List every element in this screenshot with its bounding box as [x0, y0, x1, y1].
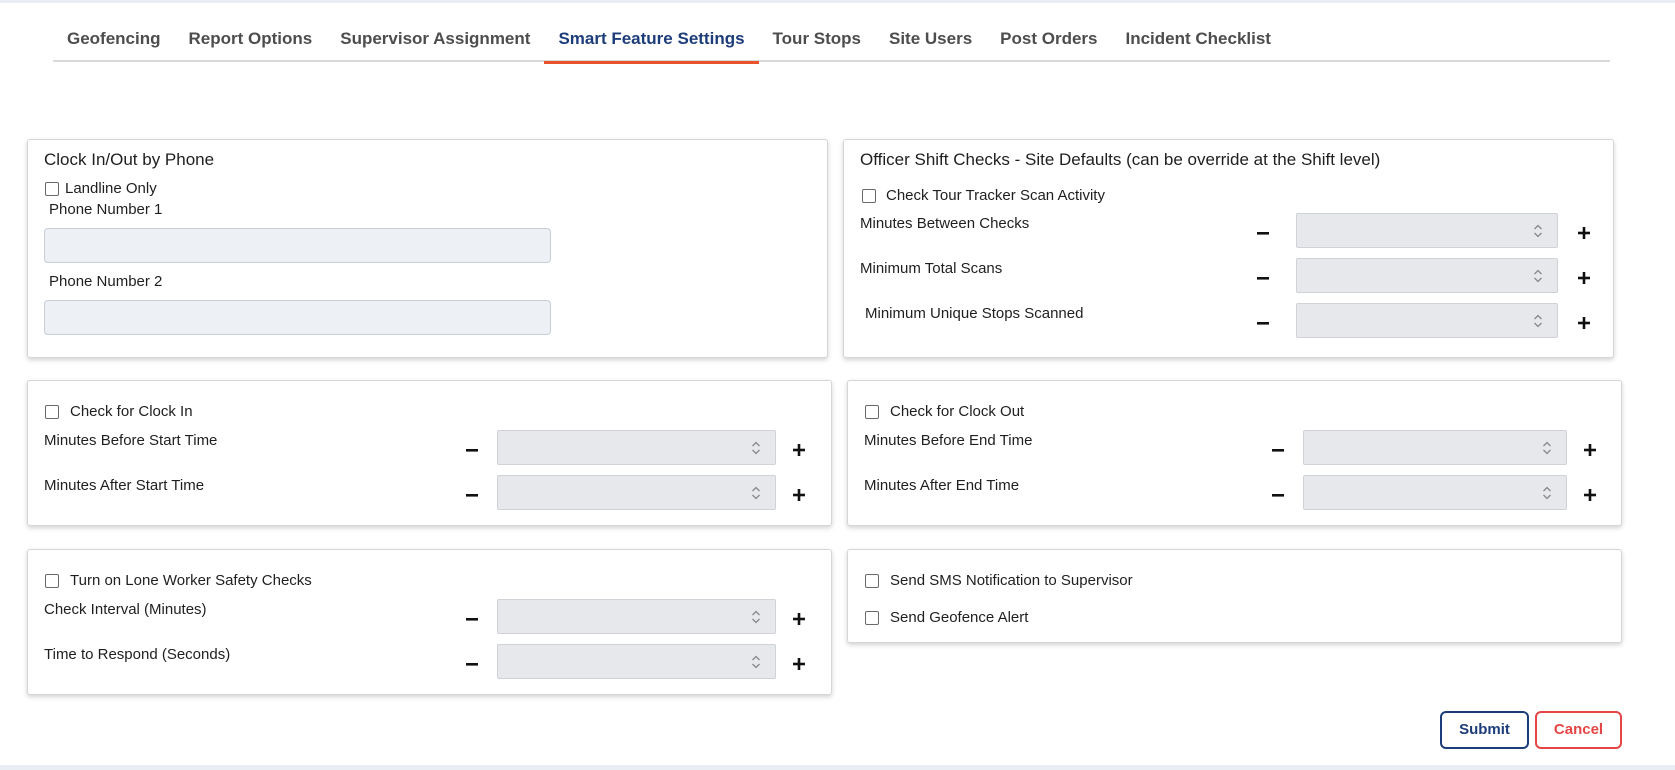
minimum-total-scans-input[interactable]: [1296, 258, 1558, 293]
notifications-card: Send SMS Notification to Supervisor Send…: [847, 549, 1622, 643]
lone-worker-label: Turn on Lone Worker Safety Checks: [70, 572, 312, 589]
tour-tracker-label: Check Tour Tracker Scan Activity: [886, 187, 1105, 204]
minutes-before-end-label: Minutes Before End Time: [864, 432, 1033, 449]
clock-in-check-card: Check for Clock In Minutes Before Start …: [27, 380, 832, 526]
minutes-before-start-input[interactable]: [497, 430, 776, 465]
minus-icon[interactable]: [463, 655, 481, 673]
clock-in-label: Check for Clock In: [70, 403, 193, 420]
tab-site-users[interactable]: Site Users: [875, 15, 986, 62]
officer-shift-checks-title: Officer Shift Checks - Site Defaults (ca…: [860, 150, 1381, 169]
check-interval-input[interactable]: [497, 599, 776, 634]
minus-icon[interactable]: [463, 441, 481, 459]
tab-smart-feature-settings[interactable]: Smart Feature Settings: [544, 15, 759, 64]
tab-report-options[interactable]: Report Options: [175, 15, 327, 62]
plus-icon[interactable]: [790, 655, 808, 673]
spinner-icon[interactable]: [1542, 439, 1552, 457]
tab-post-orders[interactable]: Post Orders: [986, 15, 1111, 62]
minutes-before-start-label: Minutes Before Start Time: [44, 432, 218, 449]
minimum-unique-stops-input[interactable]: [1296, 303, 1558, 338]
clock-out-check-card: Check for Clock Out Minutes Before End T…: [847, 380, 1622, 526]
officer-shift-checks-card: Officer Shift Checks - Site Defaults (ca…: [843, 139, 1614, 358]
spinner-icon[interactable]: [1533, 267, 1543, 285]
clock-by-phone-title: Clock In/Out by Phone: [44, 150, 215, 169]
tab-tour-stops[interactable]: Tour Stops: [759, 15, 875, 62]
plus-icon[interactable]: [790, 486, 808, 504]
clock-by-phone-card: Clock In/Out by Phone Landline Only Phon…: [27, 139, 828, 358]
phone-number-1-label: Phone Number 1: [49, 201, 163, 218]
spinner-icon[interactable]: [1533, 222, 1543, 240]
clock-out-label: Check for Clock Out: [890, 403, 1025, 420]
tour-tracker-checkbox[interactable]: [862, 189, 876, 203]
minutes-between-checks-input[interactable]: [1296, 213, 1558, 248]
geofence-alert-checkbox[interactable]: [865, 611, 879, 625]
page-content: Geofencing Report Options Supervisor Ass…: [0, 3, 1675, 765]
settings-tab-bar: Geofencing Report Options Supervisor Ass…: [53, 15, 1610, 64]
plus-icon[interactable]: [790, 441, 808, 459]
spinner-icon[interactable]: [751, 484, 761, 502]
minutes-after-start-input[interactable]: [497, 475, 776, 510]
minus-icon[interactable]: [1269, 441, 1287, 459]
minutes-after-start-label: Minutes After Start Time: [44, 477, 205, 494]
landline-only-label: Landline Only: [65, 180, 157, 197]
plus-icon[interactable]: [1575, 314, 1593, 332]
lone-worker-card: Turn on Lone Worker Safety Checks Check …: [27, 549, 832, 695]
phone-number-2-label: Phone Number 2: [49, 273, 163, 290]
landline-only-checkbox[interactable]: [45, 182, 59, 196]
lone-worker-checkbox[interactable]: [45, 574, 59, 588]
plus-icon[interactable]: [790, 610, 808, 628]
minutes-before-end-input[interactable]: [1303, 430, 1567, 465]
minus-icon[interactable]: [1254, 314, 1272, 332]
time-to-respond-input[interactable]: [497, 644, 776, 679]
minus-icon[interactable]: [1254, 269, 1272, 287]
check-interval-label: Check Interval (Minutes): [44, 601, 207, 618]
plus-icon[interactable]: [1581, 441, 1599, 459]
minus-icon[interactable]: [463, 486, 481, 504]
minus-icon[interactable]: [1269, 486, 1287, 504]
phone-number-1-input[interactable]: [44, 228, 551, 263]
minimum-unique-stops-label: Minimum Unique Stops Scanned: [865, 305, 1084, 322]
clock-out-checkbox[interactable]: [865, 405, 879, 419]
tab-incident-checklist[interactable]: Incident Checklist: [1111, 15, 1284, 62]
minus-icon[interactable]: [463, 610, 481, 628]
minimum-total-scans-label: Minimum Total Scans: [860, 260, 1003, 277]
tab-geofencing[interactable]: Geofencing: [53, 15, 175, 62]
geofence-alert-label: Send Geofence Alert: [890, 609, 1029, 626]
spinner-icon[interactable]: [1533, 312, 1543, 330]
phone-number-2-input[interactable]: [44, 300, 551, 335]
spinner-icon[interactable]: [751, 653, 761, 671]
spinner-icon[interactable]: [751, 608, 761, 626]
plus-icon[interactable]: [1575, 269, 1593, 287]
clock-in-checkbox[interactable]: [45, 405, 59, 419]
cancel-button[interactable]: Cancel: [1535, 711, 1622, 749]
time-to-respond-label: Time to Respond (Seconds): [44, 646, 231, 663]
minutes-between-checks-label: Minutes Between Checks: [860, 215, 1030, 232]
tab-supervisor-assignment[interactable]: Supervisor Assignment: [326, 15, 544, 62]
plus-icon[interactable]: [1581, 486, 1599, 504]
minus-icon[interactable]: [1254, 224, 1272, 242]
spinner-icon[interactable]: [1542, 484, 1552, 502]
spinner-icon[interactable]: [751, 439, 761, 457]
minutes-after-end-label: Minutes After End Time: [864, 477, 1020, 494]
plus-icon[interactable]: [1575, 224, 1593, 242]
minutes-after-end-input[interactable]: [1303, 475, 1567, 510]
sms-notification-checkbox[interactable]: [865, 574, 879, 588]
sms-notification-label: Send SMS Notification to Supervisor: [890, 572, 1133, 589]
submit-button[interactable]: Submit: [1440, 711, 1529, 749]
